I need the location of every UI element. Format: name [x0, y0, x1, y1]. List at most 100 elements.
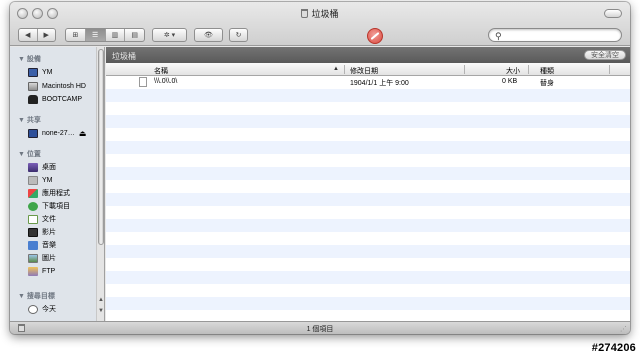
- secure-empty-button[interactable]: 安全清空: [584, 50, 626, 60]
- table-row[interactable]: \\\.0\\.0\ 1904/1/1 上午 9:00 0 KB 替身: [106, 76, 630, 89]
- column-header-name[interactable]: 名稱: [154, 66, 168, 76]
- nav-buttons: ◀ ▶: [18, 28, 56, 42]
- sidebar-item-ftp[interactable]: FTP: [28, 265, 55, 277]
- computer-icon: [28, 67, 38, 77]
- quicklook-button[interactable]: 👁: [194, 28, 223, 42]
- forward-button[interactable]: ▶: [38, 29, 56, 41]
- sidebar-section-shared[interactable]: ▼ 共享: [18, 115, 41, 125]
- column-header-size[interactable]: 大小: [506, 66, 520, 76]
- column-divider: [609, 65, 610, 74]
- sidebar-item-bootcamp[interactable]: BOOTCAMP: [28, 93, 82, 105]
- download-icon: [28, 201, 38, 211]
- column-header-kind[interactable]: 種類: [540, 66, 554, 76]
- music-icon: [28, 240, 38, 250]
- window-title: 垃圾桶: [10, 7, 630, 20]
- path-label: 垃圾桶: [112, 52, 136, 61]
- action-menu[interactable]: ✲ ▾: [152, 28, 187, 42]
- empty-row: [106, 115, 630, 128]
- sidebar-item-movies[interactable]: 影片: [28, 226, 56, 238]
- path-bar: 垃圾桶 安全清空: [106, 47, 630, 63]
- sidebar-item-music[interactable]: 音樂: [28, 239, 56, 251]
- watermark: #274206: [591, 342, 636, 354]
- file-list-pane: 垃圾桶 安全清空 名稱 ▲ 修改日期 大小 種類 \\\.0\\.0\ 1904…: [106, 47, 630, 321]
- empty-row: [106, 271, 630, 284]
- alias-file-icon: [139, 77, 147, 87]
- back-button[interactable]: ◀: [19, 29, 38, 41]
- list-view-button[interactable]: ☰: [85, 29, 106, 41]
- toolbar-toggle-button[interactable]: [604, 9, 622, 18]
- network-computer-icon: [28, 128, 38, 138]
- empty-row: [106, 193, 630, 206]
- sidebar-item-documents[interactable]: 文件: [28, 213, 56, 225]
- sidebar-item-downloads[interactable]: 下載項目: [28, 200, 70, 212]
- sidebar: ▼ 設備 YM Macintosh HD BOOTCAMP ▼ 共享 none-…: [10, 47, 105, 321]
- view-buttons: ⊞ ☰ ▥ ▤: [65, 28, 145, 42]
- empty-row: [106, 284, 630, 297]
- coverflow-view-button[interactable]: ▤: [125, 29, 144, 41]
- hard-disk-icon: [28, 81, 38, 91]
- empty-row: [106, 128, 630, 141]
- ftp-icon: [28, 266, 38, 276]
- item-count: 1 個項目: [306, 326, 334, 333]
- refresh-button[interactable]: ↻: [229, 28, 248, 42]
- empty-row: [106, 89, 630, 102]
- eject-icon[interactable]: ⏏: [79, 129, 87, 138]
- finder-window: 垃圾桶 ◀ ▶ ⊞ ☰ ▥ ▤ ✲ ▾ 👁 ↻ ⚲ ▼ 設備 YM Macint…: [10, 2, 630, 334]
- resize-grip-icon[interactable]: ⋰: [620, 325, 627, 333]
- sidebar-item-home[interactable]: YM: [28, 174, 53, 186]
- empty-row: [106, 167, 630, 180]
- sidebar-section-places[interactable]: ▼ 位置: [18, 149, 41, 159]
- icon-view-button[interactable]: ⊞: [66, 29, 86, 41]
- search-field[interactable]: ⚲: [488, 28, 622, 42]
- film-icon: [28, 227, 38, 237]
- clock-icon: [28, 304, 38, 314]
- empty-row: [106, 245, 630, 258]
- trash-icon: [301, 9, 309, 18]
- empty-row: [106, 297, 630, 310]
- file-name: \\\.0\\.0\: [154, 78, 178, 85]
- empty-row: [106, 154, 630, 167]
- file-size: 0 KB: [502, 78, 518, 85]
- document-icon: [28, 214, 38, 224]
- status-bar: 1 個項目 ⋰: [10, 321, 630, 334]
- search-icon: ⚲: [495, 31, 502, 41]
- no-entry-icon: [367, 28, 383, 44]
- sidebar-item-today[interactable]: 今天: [28, 303, 56, 315]
- eye-icon[interactable]: 👁: [195, 29, 222, 41]
- sidebar-item-applications[interactable]: 應用程式: [28, 187, 70, 199]
- file-rows: \\\.0\\.0\ 1904/1/1 上午 9:00 0 KB 替身: [106, 76, 630, 321]
- empty-row: [106, 141, 630, 154]
- titlebar: 垃圾桶 ◀ ▶ ⊞ ☰ ▥ ▤ ✲ ▾ 👁 ↻ ⚲: [10, 2, 630, 46]
- search-input[interactable]: [505, 30, 615, 40]
- empty-row: [106, 258, 630, 271]
- sidebar-section-devices[interactable]: ▼ 設備: [18, 54, 41, 64]
- column-divider: [464, 65, 465, 74]
- sidebar-item-desktop[interactable]: 桌面: [28, 161, 56, 173]
- disk-icon: [28, 94, 38, 104]
- sidebar-scrollbar[interactable]: ▲ ▼: [96, 47, 104, 321]
- empty-row: [106, 180, 630, 193]
- home-icon: [28, 175, 38, 185]
- column-header-modified[interactable]: 修改日期: [350, 66, 378, 76]
- empty-row: [106, 102, 630, 115]
- sidebar-item-ym-device[interactable]: YM: [28, 66, 53, 78]
- file-kind: 替身: [540, 80, 554, 87]
- empty-row: [106, 310, 630, 321]
- scroll-down-arrow-icon[interactable]: ▼: [98, 308, 104, 314]
- sidebar-item-macintosh-hd[interactable]: Macintosh HD: [28, 80, 86, 92]
- empty-row: [106, 232, 630, 245]
- gear-icon[interactable]: ✲ ▾: [153, 29, 186, 41]
- scroll-up-arrow-icon[interactable]: ▲: [98, 297, 104, 303]
- desktop-icon: [28, 162, 38, 172]
- pictures-icon: [28, 253, 38, 263]
- column-headers: 名稱 ▲ 修改日期 大小 種類: [106, 63, 630, 76]
- sidebar-item-pictures[interactable]: 圖片: [28, 252, 56, 264]
- column-divider: [344, 65, 345, 74]
- sidebar-item-shared-computer[interactable]: none-27… ⏏: [28, 127, 86, 139]
- column-view-button[interactable]: ▥: [106, 29, 126, 41]
- empty-row: [106, 219, 630, 232]
- refresh-icon[interactable]: ↻: [230, 29, 247, 41]
- column-divider: [528, 65, 529, 74]
- sidebar-section-search-for[interactable]: ▼ 搜尋目標: [18, 291, 55, 301]
- sidebar-scroll-thumb[interactable]: [98, 49, 104, 245]
